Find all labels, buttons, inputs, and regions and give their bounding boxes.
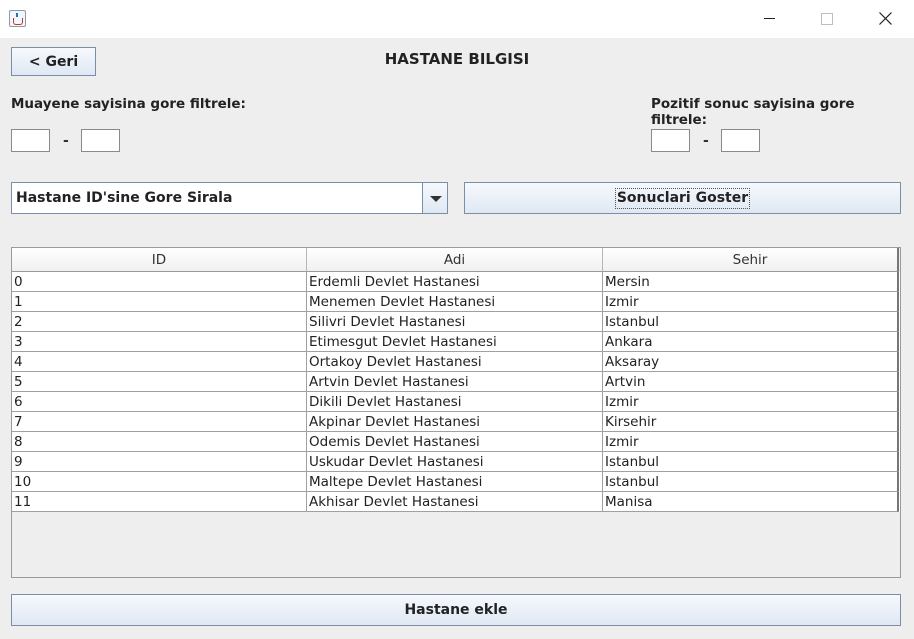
table-cell-id[interactable]: 4 (12, 352, 307, 372)
table-cell-name[interactable]: Maltepe Devlet Hastanesi (307, 472, 603, 492)
table-cell-city[interactable]: Istanbul (603, 472, 899, 492)
exam-filter-label: Muayene sayisina gore filtrele: (11, 96, 246, 112)
positive-min-input[interactable] (651, 129, 690, 152)
close-icon (879, 12, 892, 25)
show-results-button[interactable]: Sonuclari Goster (464, 182, 901, 214)
table-cell-city[interactable]: Mersin (603, 272, 899, 292)
table-row[interactable]: 7 Akpinar Devlet Hastanesi Kirsehir (12, 412, 900, 432)
close-button[interactable] (862, 0, 908, 38)
table-cell-id[interactable]: 0 (12, 272, 307, 292)
table-header: ID Adi Sehir (12, 248, 900, 272)
table-cell-city[interactable]: Artvin (603, 372, 899, 392)
table-cell-city[interactable]: Aksaray (603, 352, 899, 372)
table-cell-name[interactable]: Uskudar Devlet Hastanesi (307, 452, 603, 472)
table-row[interactable]: 1 Menemen Devlet Hastanesi Izmir (12, 292, 900, 312)
show-results-label: Sonuclari Goster (614, 187, 751, 209)
table-cell-name[interactable]: Erdemli Devlet Hastanesi (307, 272, 603, 292)
column-header-city[interactable]: Sehir (603, 248, 899, 272)
table-cell-city[interactable]: Manisa (603, 492, 899, 512)
table-cell-id[interactable]: 8 (12, 432, 307, 452)
hospital-table[interactable]: ID Adi Sehir 0 Erdemli Devlet Hastanesi Me… (11, 247, 901, 578)
positive-range-separator: - (703, 133, 709, 149)
table-row[interactable]: 5 Artvin Devlet Hastanesi Artvin (12, 372, 900, 392)
table-row[interactable]: 8 Odemis Devlet Hastanesi Izmir (12, 432, 900, 452)
exam-min-input[interactable] (11, 129, 50, 152)
column-header-name[interactable]: Adi (307, 248, 603, 272)
table-cell-name[interactable]: Menemen Devlet Hastanesi (307, 292, 603, 312)
table-cell-id[interactable]: 10 (12, 472, 307, 492)
table-cell-city[interactable]: Istanbul (603, 452, 899, 472)
table-row[interactable]: 3 Etimesgut Devlet Hastanesi Ankara (12, 332, 900, 352)
table-cell-city[interactable]: Izmir (603, 292, 899, 312)
maximize-button[interactable] (804, 0, 850, 38)
table-body: 0 Erdemli Devlet Hastanesi Mersin 1 Menemen … (12, 272, 900, 512)
table-cell-name[interactable]: Akpinar Devlet Hastanesi (307, 412, 603, 432)
table-cell-id[interactable]: 2 (12, 312, 307, 332)
java-cup-icon (9, 10, 26, 27)
positive-filter-label: Pozitif sonuc sayisina gore filtrele: (651, 96, 855, 128)
table-row[interactable]: 2 Silivri Devlet Hastanesi Istanbul (12, 312, 900, 332)
exam-max-input[interactable] (81, 129, 120, 152)
table-cell-city[interactable]: Kirsehir (603, 412, 899, 432)
table-cell-id[interactable]: 6 (12, 392, 307, 412)
table-cell-city[interactable]: Istanbul (603, 312, 899, 332)
table-cell-id[interactable]: 11 (12, 492, 307, 512)
table-cell-name[interactable]: Etimesgut Devlet Hastanesi (307, 332, 603, 352)
table-cell-name[interactable]: Akhisar Devlet Hastanesi (307, 492, 603, 512)
table-cell-name[interactable]: Ortakoy Devlet Hastanesi (307, 352, 603, 372)
table-cell-id[interactable]: 5 (12, 372, 307, 392)
table-row[interactable]: 11 Akhisar Devlet Hastanesi Manisa (12, 492, 900, 512)
chevron-down-icon[interactable] (422, 183, 447, 213)
sort-select-value: Hastane ID'sine Gore Sirala (16, 190, 233, 206)
table-row[interactable]: 0 Erdemli Devlet Hastanesi Mersin (12, 272, 900, 292)
table-cell-id[interactable]: 7 (12, 412, 307, 432)
add-hospital-button[interactable]: Hastane ekle (11, 594, 901, 626)
table-cell-city[interactable]: Izmir (603, 432, 899, 452)
table-cell-id[interactable]: 9 (12, 452, 307, 472)
table-row[interactable]: 4 Ortakoy Devlet Hastanesi Aksaray (12, 352, 900, 372)
table-cell-id[interactable]: 1 (12, 292, 307, 312)
table-cell-name[interactable]: Odemis Devlet Hastanesi (307, 432, 603, 452)
table-cell-name[interactable]: Silivri Devlet Hastanesi (307, 312, 603, 332)
table-cell-name[interactable]: Dikili Devlet Hastanesi (307, 392, 603, 412)
minimize-button[interactable] (746, 0, 792, 38)
column-header-id[interactable]: ID (12, 248, 307, 272)
table-cell-name[interactable]: Artvin Devlet Hastanesi (307, 372, 603, 392)
sort-select[interactable]: Hastane ID'sine Gore Sirala (11, 182, 448, 214)
table-cell-id[interactable]: 3 (12, 332, 307, 352)
positive-max-input[interactable] (721, 129, 760, 152)
page-title: HASTANE BILGISI (384, 50, 530, 68)
table-row[interactable]: 10 Maltepe Devlet Hastanesi Istanbul (12, 472, 900, 492)
table-row[interactable]: 6 Dikili Devlet Hastanesi Izmir (12, 392, 900, 412)
table-row[interactable]: 9 Uskudar Devlet Hastanesi Istanbul (12, 452, 900, 472)
exam-range-separator: - (63, 133, 69, 149)
title-bar (0, 0, 914, 38)
table-cell-city[interactable]: Ankara (603, 332, 899, 352)
table-cell-city[interactable]: Izmir (603, 392, 899, 412)
